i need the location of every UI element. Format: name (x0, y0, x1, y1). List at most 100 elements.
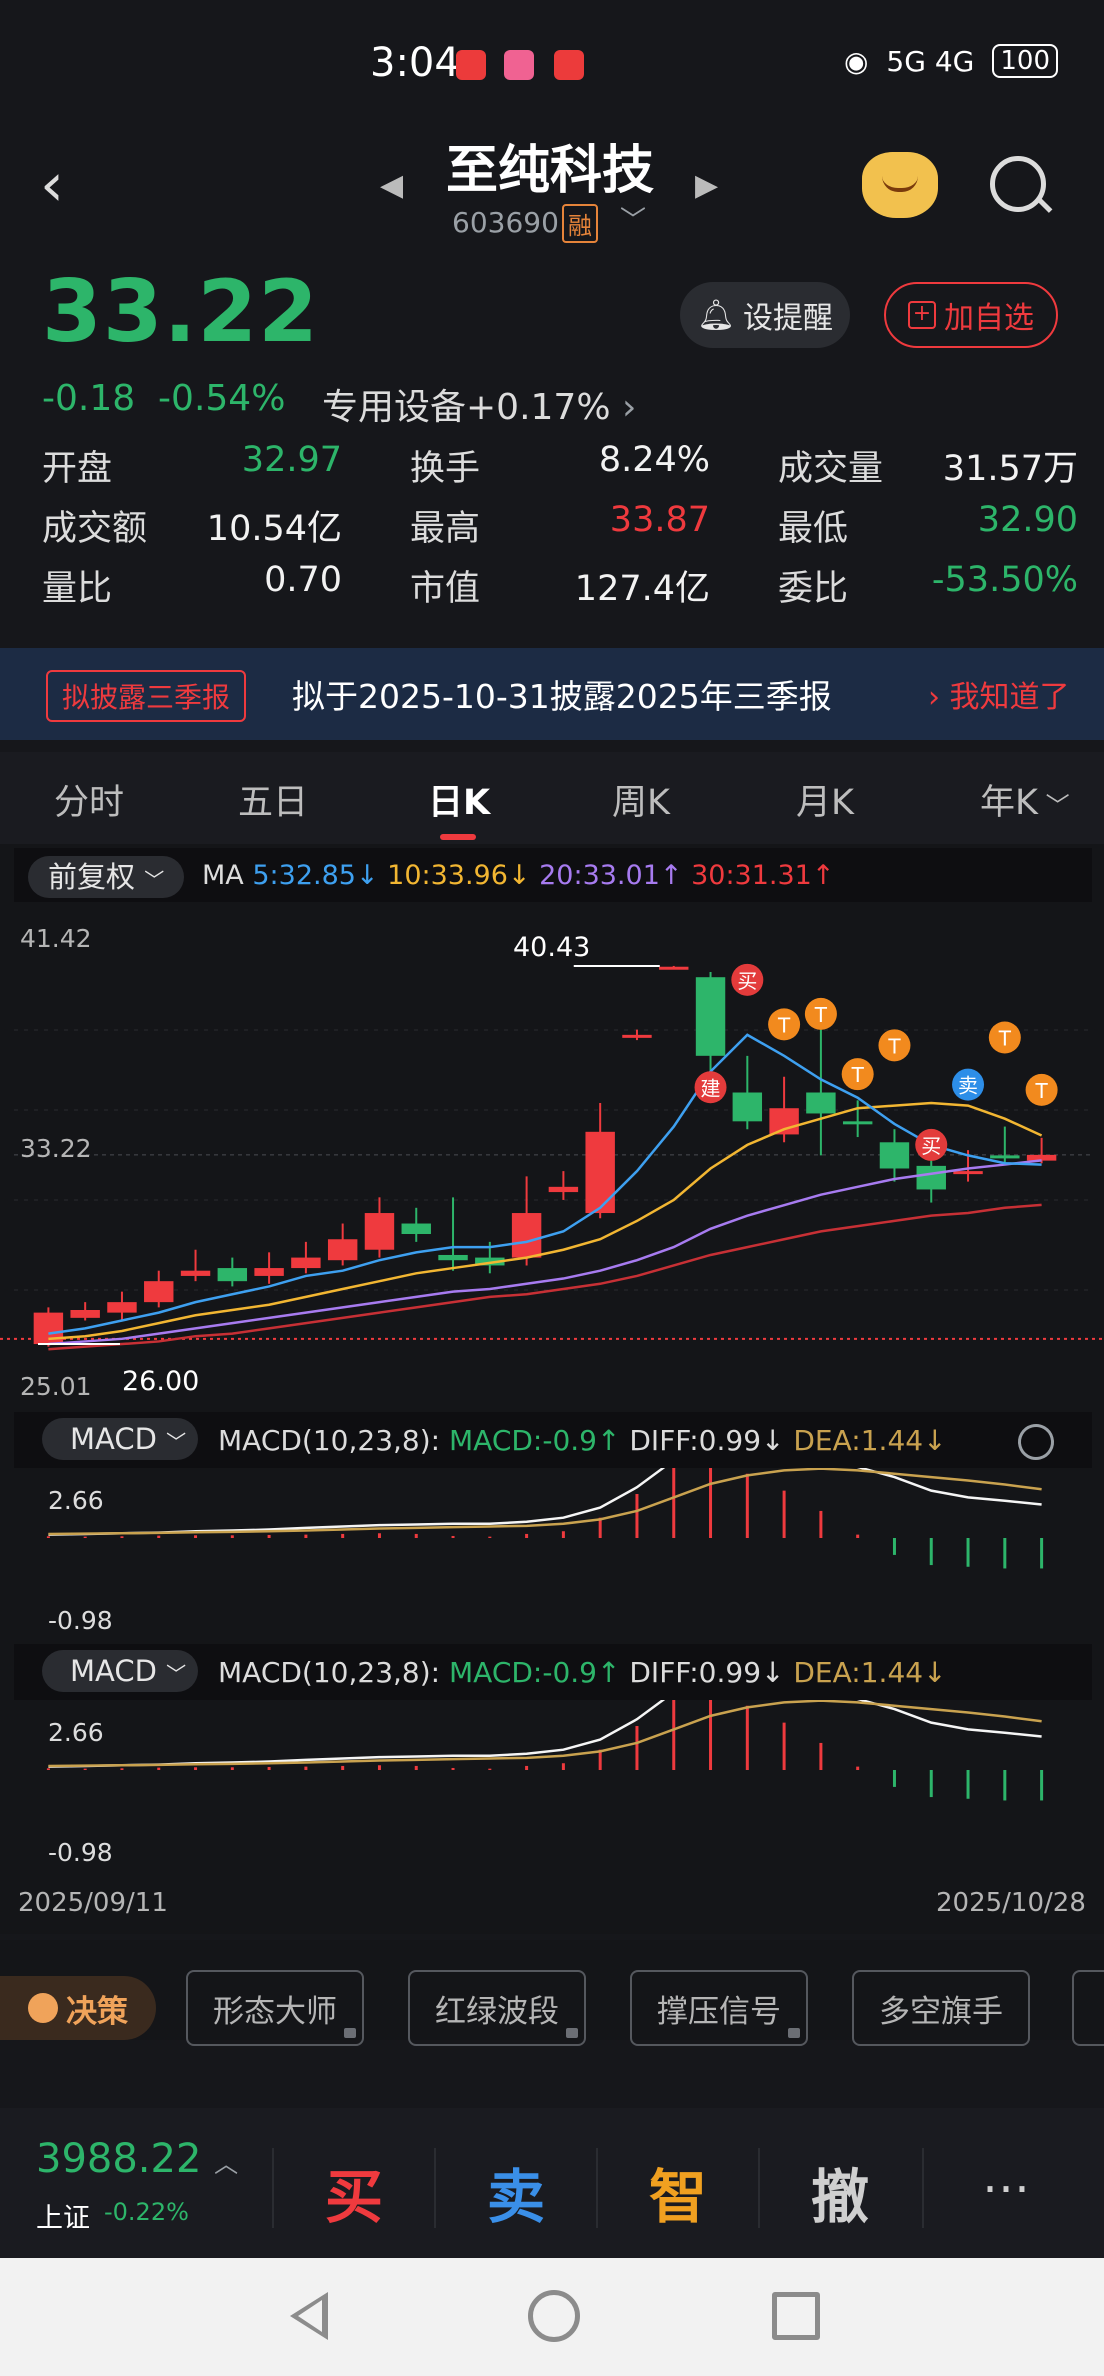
cancel-order-button[interactable]: 撤 (760, 2150, 920, 2234)
back-button[interactable]: ‹ (40, 150, 90, 220)
t-signal-icon-label: T (998, 1026, 1012, 1050)
macd-y-bottom: -0.98 (48, 1606, 113, 1635)
tool-pattern-master[interactable]: 形态大师 (186, 1970, 364, 2046)
stat-cell: 开盘 32.97 (42, 440, 342, 491)
macd-params: MACD(10,23,8): (218, 1424, 441, 1457)
tab-five-day[interactable]: 五日 (238, 774, 308, 825)
stat-label: 换手 (410, 449, 481, 489)
sell-button[interactable]: 卖 (436, 2150, 596, 2234)
ma5-line (48, 1033, 1042, 1335)
chevron-down-icon: ﹀ (166, 1662, 187, 1686)
tab-yearly-k[interactable]: 年K ﹀ (980, 774, 1070, 825)
candle-body (585, 1131, 615, 1214)
nav-home-icon[interactable] (528, 2290, 580, 2342)
prev-stock-arrow-icon[interactable]: ◀ (380, 168, 403, 203)
chevron-down-icon[interactable]: ﹀ (620, 200, 646, 237)
buy-button[interactable]: 买 (274, 2150, 434, 2234)
tab-minute[interactable]: 分时 (54, 774, 124, 825)
stat-cell: 换手 8.24% (410, 440, 710, 491)
smart-button[interactable]: 智 (598, 2150, 758, 2234)
build-signal-icon-label: 建 (701, 1076, 721, 1100)
notice-ack-button[interactable]: › 我知道了 (928, 672, 1070, 716)
sector-link[interactable]: 专用设备+0.17% › (322, 378, 636, 430)
stat-value: 31.57万 (942, 449, 1078, 489)
stat-value: 32.97 (241, 440, 342, 480)
stock-name: 至纯科技 (445, 141, 654, 201)
bell-icon: 🔔︎ (696, 297, 736, 333)
macd-y-bottom: -0.98 (48, 1838, 113, 1867)
tab-monthly-k[interactable]: 月K (796, 774, 854, 825)
chevron-down-icon: ﹀ (1037, 792, 1070, 820)
more-icon[interactable]: ⋯ (982, 2160, 1036, 2216)
lock-icon (344, 2028, 356, 2038)
stat-value: -53.50% (931, 560, 1078, 600)
t-signal-icon-label: T (777, 1013, 791, 1037)
macd-params: MACD(10,23,8): (218, 1656, 441, 1689)
chevron-right-icon: › (622, 387, 637, 428)
candle-body (144, 1281, 174, 1303)
tool-support-resistance[interactable]: 撑压信号 (630, 1970, 808, 2046)
stat-value: 10.54亿 (206, 509, 342, 549)
candle-body (291, 1257, 321, 1269)
plus-icon: + (908, 301, 936, 329)
date-start: 2025/09/11 (18, 1888, 168, 1918)
stat-cell: 成交额 10.54亿 (42, 500, 342, 551)
candle-body (327, 1239, 358, 1261)
notice-ack-label: 我知道了 (949, 680, 1070, 715)
t-signal-icon-label: T (1034, 1079, 1048, 1103)
dea-value: DEA:1.44↓ (793, 1424, 947, 1457)
stat-label: 开盘 (42, 449, 113, 489)
macd-dropdown[interactable]: MACD ﹀ (42, 1650, 198, 1692)
ma5-value: 5:32.85↓ (252, 860, 379, 891)
status-time: 3:04 (370, 40, 460, 86)
decision-button[interactable]: 决策 (0, 1976, 156, 2040)
ma30-value: 30:31.31↑ (691, 860, 835, 891)
candle-body (806, 1092, 836, 1114)
kline-chart[interactable]: 建买T TTT买卖TT (0, 900, 1104, 1900)
divider (922, 2148, 924, 2228)
nav-recent-icon[interactable] (772, 2292, 820, 2340)
sector-change: +0.17% (466, 387, 611, 428)
search-icon[interactable] (990, 156, 1046, 212)
t-signal-icon-label: T (887, 1034, 901, 1058)
y-current-label: 33.22 (20, 1134, 92, 1163)
diff-value: DIFF:0.99↓ (629, 1424, 785, 1457)
ma-label: MA (202, 860, 244, 891)
macd-dropdown[interactable]: MACD ﹀ (42, 1418, 198, 1460)
tool-red-green-band[interactable]: 红绿波段 (408, 1970, 586, 2046)
app-notification-icon (554, 50, 584, 80)
alert-label: 设提醒 (743, 301, 834, 336)
stat-label: 最低 (778, 509, 849, 549)
adjust-label: 前复权 (48, 860, 136, 894)
tab-daily-k[interactable]: 日K (428, 774, 490, 825)
ma10-value: 10:33.96↓ (387, 860, 531, 891)
stat-value: 32.90 (977, 500, 1078, 540)
macd-value: MACD:-0.9↑ (449, 1424, 621, 1457)
tool-more[interactable] (1072, 1970, 1104, 2046)
tab-weekly-k[interactable]: 周K (612, 774, 670, 825)
candle-body (1026, 1154, 1057, 1161)
adjust-dropdown[interactable]: 前复权 ﹀ (28, 856, 184, 898)
candle-body (217, 1268, 248, 1282)
stat-cell: 成交量 31.57万 (778, 440, 1078, 491)
eye-icon: ◉ (843, 44, 869, 78)
next-stock-arrow-icon[interactable]: ▶ (695, 168, 718, 203)
set-alert-button[interactable]: 🔔︎ 设提醒 (680, 282, 850, 348)
index-value-text: 3988.22 (36, 2136, 202, 2182)
index-value[interactable]: 3988.22 ︿ (36, 2136, 238, 2182)
candle-body (511, 1213, 542, 1258)
nav-back-icon[interactable] (290, 2292, 328, 2340)
candle-body (695, 977, 726, 1056)
margin-badge: 融 (562, 204, 598, 243)
low-marker-label: 26.00 (122, 1366, 200, 1397)
index-name: 上证 (36, 2203, 90, 2234)
stat-cell: 委比 -53.50% (778, 560, 1078, 611)
mascot-icon[interactable] (862, 152, 938, 218)
candle-body (438, 1254, 468, 1261)
candle-body (879, 1142, 910, 1169)
stat-cell: 最高 33.87 (410, 500, 710, 551)
add-watchlist-button[interactable]: + 加自选 (884, 282, 1058, 348)
tool-bull-bear-flag[interactable]: 多空旗手 (852, 1970, 1030, 2046)
high-marker-label: 40.43 (513, 932, 591, 963)
stat-label: 市值 (410, 569, 481, 609)
